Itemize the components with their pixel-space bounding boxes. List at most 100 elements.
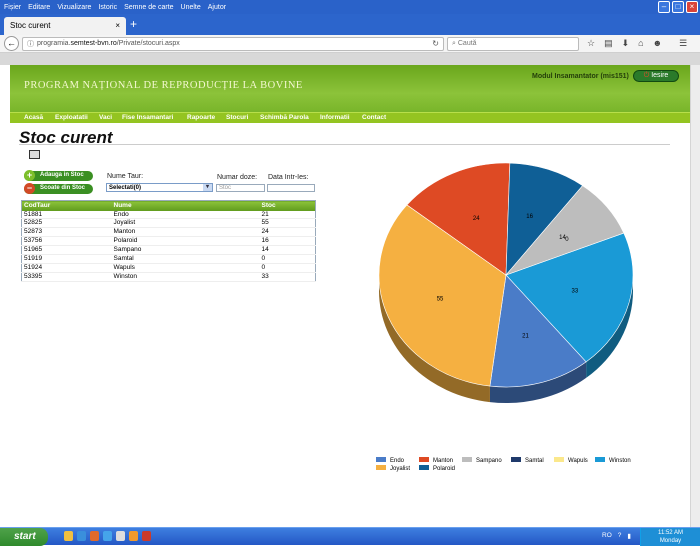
- browser-tab[interactable]: Stoc curent ×: [4, 17, 126, 35]
- cell-stoc: 33: [259, 272, 316, 282]
- table-row: 51965 Sampano 14: [21, 245, 316, 256]
- cell-stoc: 14: [259, 245, 316, 256]
- cell-nume: Winston: [111, 272, 260, 282]
- menu-vizualizare[interactable]: Vizualizare: [57, 4, 91, 11]
- table-header-row: CodTaur Nume Stoc: [21, 200, 316, 211]
- menu-istoric[interactable]: Istoric: [98, 4, 117, 11]
- nav-item-schimba-parola[interactable]: Schimbă Parola: [260, 114, 309, 121]
- doze-placeholder: Stoc: [219, 185, 232, 191]
- hamburger-menu-icon[interactable]: ☰: [679, 38, 687, 49]
- printer-icon[interactable]: [29, 150, 40, 159]
- cell-codtaur: 53756: [21, 236, 112, 247]
- window-controls: – □ ×: [658, 1, 698, 13]
- language-indicator[interactable]: RO: [602, 532, 612, 540]
- toolbar-icons: ☆ ▤ ⬇ ⌂ ☻ ☰: [587, 38, 687, 49]
- date-input[interactable]: [267, 184, 315, 192]
- menu-fisier[interactable]: Fișier: [4, 4, 21, 11]
- tab-close-icon[interactable]: ×: [115, 21, 120, 31]
- cell-codtaur: 51881: [21, 210, 112, 220]
- pie-chart-svg: Stoc Material Seminal3321552416140EndoMa…: [376, 162, 634, 472]
- main-nav: Acasă Exploatatii Vaci Fise Insamantari …: [10, 112, 690, 123]
- cell-stoc: 21: [259, 210, 316, 220]
- chat-icon[interactable]: ☻: [653, 38, 662, 49]
- taur-selected-value: Selectati(0): [109, 185, 142, 191]
- firefox-icon[interactable]: [90, 531, 99, 541]
- browser-navbar: ← ⓘ programia. semtest-bvn.ro /Private/s…: [0, 35, 700, 53]
- nav-item-exploatatii[interactable]: Exploatatii: [55, 114, 88, 121]
- legend-label-manton: Manton: [433, 458, 453, 464]
- opera-icon[interactable]: [142, 531, 151, 541]
- tab-strip: Stoc curent × +: [0, 14, 700, 35]
- doze-input[interactable]: Stoc: [216, 184, 265, 192]
- logout-button[interactable]: ⏻ Iesire: [633, 70, 679, 82]
- minimize-icon[interactable]: –: [658, 1, 670, 13]
- legend-label-wapuls: Wapuls: [568, 458, 588, 464]
- nav-item-rapoarte[interactable]: Rapoarte: [187, 114, 215, 121]
- title-divider: [19, 144, 670, 145]
- remove-stock-button[interactable]: − Scoate din Stoc: [24, 183, 93, 194]
- nav-item-fise-insamantari[interactable]: Fise Insamantari: [122, 114, 173, 121]
- nav-item-contact[interactable]: Contact: [362, 114, 386, 121]
- stock-table: CodTaur Nume Stoc 51881 Endo 21 52825 Joyal…: [21, 200, 316, 282]
- close-window-icon[interactable]: ×: [686, 1, 698, 13]
- logout-label: Iesire: [651, 72, 669, 79]
- site-brand-title: PROGRAM NAȚIONAL DE REPRODUCȚIE LA BOVIN…: [24, 80, 303, 91]
- pie-label-polaroid: 16: [526, 214, 533, 220]
- add-stock-button[interactable]: + Adauga in Stoc: [24, 170, 93, 181]
- clock-day: Monday: [659, 538, 682, 544]
- nav-item-stocuri[interactable]: Stocuri: [226, 114, 248, 121]
- tab-title: Stoc curent: [10, 21, 51, 30]
- new-tab-icon[interactable]: +: [130, 17, 137, 31]
- cell-codtaur: 51965: [21, 245, 112, 256]
- search-input[interactable]: ⌕ Caută: [447, 36, 579, 51]
- menu-editare[interactable]: Editare: [28, 4, 50, 11]
- table-row: 51924 Wapuls 0: [21, 263, 316, 273]
- reload-icon[interactable]: ↻: [432, 39, 439, 48]
- pie-label-manton: 24: [473, 216, 480, 222]
- cell-codtaur: 52825: [21, 218, 112, 229]
- nav-item-informatii[interactable]: Informatii: [320, 114, 350, 121]
- clipboard-icon[interactable]: ▤: [604, 38, 613, 49]
- taur-select[interactable]: Selectati(0) ▾: [106, 183, 213, 192]
- cell-nume: Samtal: [111, 254, 260, 264]
- legend-label-endo: Endo: [390, 458, 405, 464]
- legend-label-sampano: Sampano: [476, 458, 502, 464]
- clock[interactable]: 11:52 AM Monday: [640, 528, 700, 546]
- menu-unelte[interactable]: Unelte: [181, 4, 201, 11]
- home-icon[interactable]: ⌂: [638, 38, 643, 49]
- legend-swatch-sampano: [462, 457, 472, 462]
- doze-label: Numar doze:: [217, 174, 258, 181]
- nav-item-vaci[interactable]: Vaci: [99, 114, 112, 121]
- menu-semne-de-carte[interactable]: Semne de carte: [124, 4, 173, 11]
- media-icon[interactable]: [103, 531, 112, 541]
- col-codtaur: CodTaur: [21, 200, 112, 211]
- legend-swatch-samtal: [511, 457, 521, 462]
- vertical-scrollbar[interactable]: [690, 65, 700, 527]
- table-row: 51919 Samtal 0: [21, 254, 316, 264]
- start-button[interactable]: start: [0, 528, 48, 546]
- table-row: 52873 Manton 24: [21, 227, 316, 238]
- nav-item-acasa[interactable]: Acasă: [24, 114, 43, 121]
- back-arrow-icon[interactable]: ←: [4, 36, 19, 51]
- menu-ajutor[interactable]: Ajutor: [208, 4, 226, 11]
- app-icon[interactable]: [116, 531, 125, 541]
- table-row: 51881 Endo 21: [21, 210, 316, 220]
- legend-label-joyalist: Joyalist: [390, 466, 410, 472]
- page-top-band: [0, 53, 700, 65]
- browser-icon[interactable]: [129, 531, 138, 541]
- power-icon: ⏻: [643, 72, 650, 79]
- cell-nume: Sampano: [111, 245, 260, 256]
- url-path: /Private/stocuri.aspx: [116, 40, 180, 47]
- system-tray: RO ? ▮: [602, 532, 631, 540]
- cell-nume: Endo: [111, 210, 260, 220]
- table-row: 53395 Winston 33: [21, 272, 316, 282]
- maximize-icon[interactable]: □: [672, 1, 684, 13]
- help-icon[interactable]: ?: [618, 532, 622, 540]
- legend-label-winston: Winston: [609, 458, 631, 464]
- folder-icon[interactable]: [64, 531, 73, 541]
- url-bar[interactable]: ⓘ programia. semtest-bvn.ro /Private/sto…: [22, 36, 444, 51]
- download-icon[interactable]: ⬇: [622, 38, 630, 49]
- star-icon[interactable]: ☆: [587, 38, 595, 49]
- quick-launch: [64, 531, 151, 541]
- ie-icon[interactable]: [77, 531, 86, 541]
